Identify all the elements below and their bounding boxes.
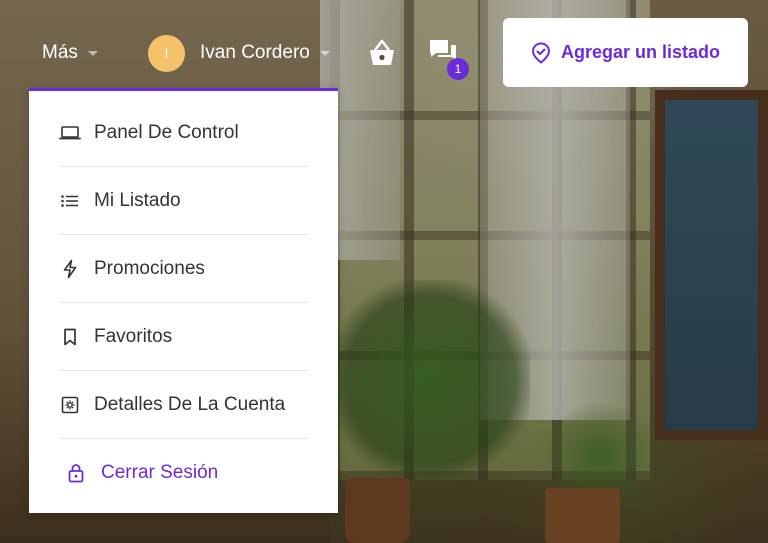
menu-item-my-listing[interactable]: Mi Listado (59, 167, 308, 235)
lightning-icon (59, 258, 81, 280)
top-navigation: Más I Ivan Cordero 1 Agregar un listado (0, 0, 768, 90)
bookmark-icon (59, 326, 81, 348)
menu-item-label: Mi Listado (94, 189, 181, 211)
chevron-down-icon (87, 50, 98, 56)
cart-button[interactable] (366, 38, 400, 68)
location-pin-check-icon (531, 41, 550, 64)
chevron-down-icon (319, 50, 330, 56)
avatar: I (148, 34, 185, 72)
list-icon (59, 190, 81, 212)
lock-icon (65, 462, 87, 484)
user-dropdown-menu: Panel De Control Mi Listado Promociones … (29, 88, 338, 513)
menu-item-promotions[interactable]: Promociones (59, 235, 308, 303)
more-menu-label: Más (42, 42, 78, 63)
menu-item-label: Detalles De La Cuenta (94, 393, 286, 415)
laptop-icon (59, 122, 81, 144)
user-menu-button[interactable]: I Ivan Cordero (148, 34, 330, 72)
menu-item-dashboard[interactable]: Panel De Control (59, 99, 308, 167)
logout-label: Cerrar Sesión (101, 462, 219, 483)
add-listing-label: Agregar un listado (560, 42, 721, 62)
message-count-badge: 1 (447, 58, 469, 80)
menu-item-label: Promociones (94, 257, 205, 279)
add-listing-button[interactable]: Agregar un listado (503, 18, 748, 87)
menu-item-label: Favoritos (94, 325, 173, 347)
user-name: Ivan Cordero (200, 42, 310, 63)
more-menu-button[interactable]: Más (42, 38, 98, 68)
menu-item-account-details[interactable]: Detalles De La Cuenta (59, 371, 308, 439)
menu-item-favorites[interactable]: Favoritos (59, 303, 308, 371)
messages-button[interactable]: 1 (426, 36, 470, 80)
logout-button[interactable]: Cerrar Sesión (59, 439, 308, 507)
basket-icon (370, 39, 394, 65)
account-settings-icon (59, 394, 81, 416)
menu-item-label: Panel De Control (94, 121, 239, 143)
